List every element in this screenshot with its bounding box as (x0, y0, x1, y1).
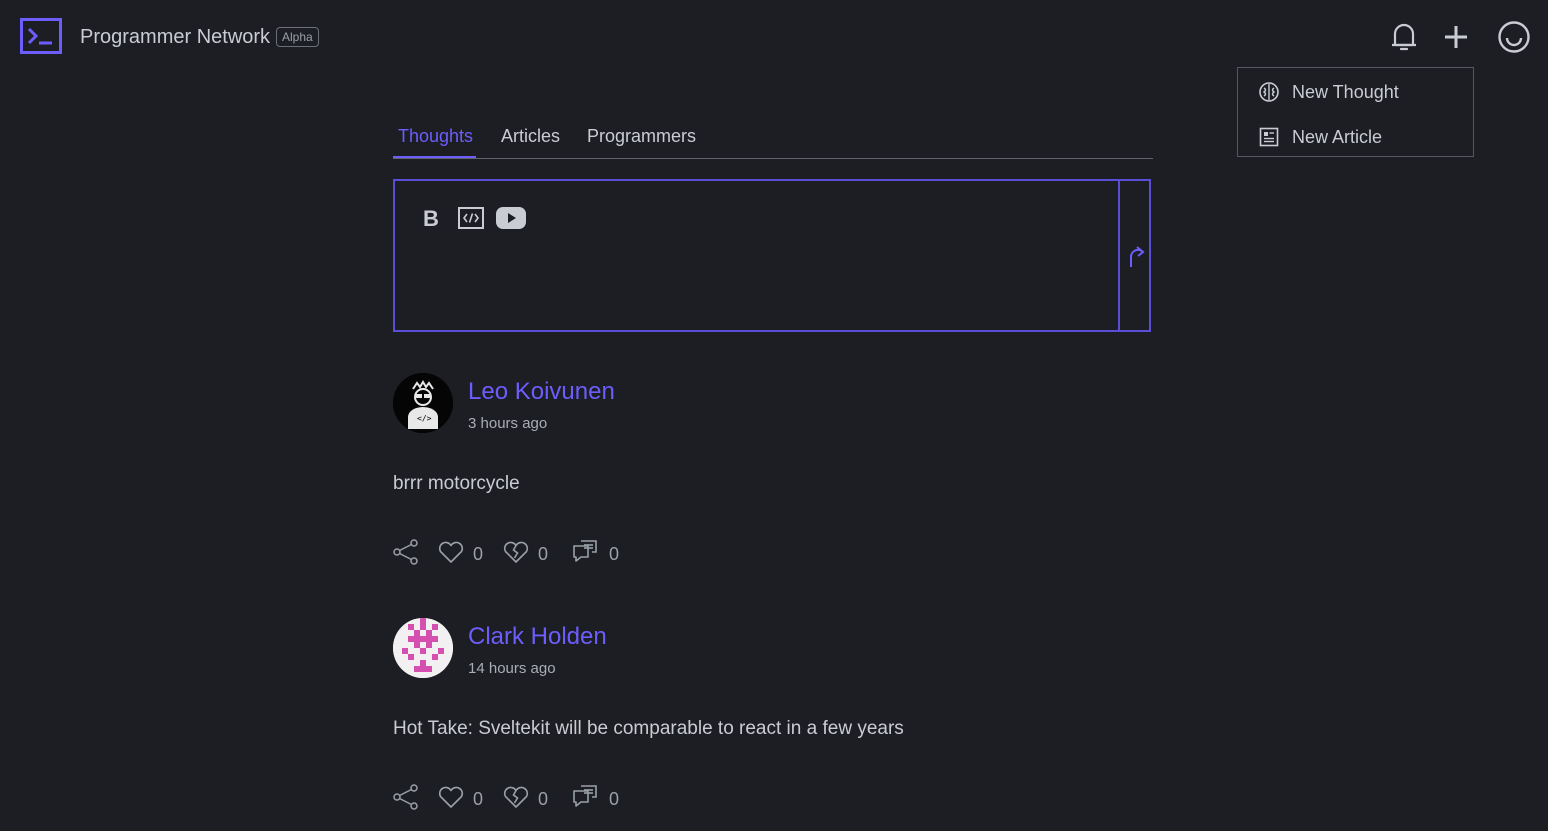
like-count: 0 (473, 789, 484, 809)
smiley-icon[interactable] (1497, 20, 1531, 54)
code-icon[interactable] (456, 203, 486, 233)
brain-icon (1258, 81, 1280, 103)
avatar[interactable] (393, 618, 453, 678)
avatar[interactable]: </> (393, 373, 453, 433)
comment-count: 0 (609, 789, 620, 809)
brand-name[interactable]: Programmer Network (80, 26, 270, 49)
comments-icon[interactable] (571, 538, 599, 566)
post-text: brrr motorcycle (393, 473, 520, 494)
feed-tabs: Thoughts Articles Programmers (393, 122, 1153, 159)
broken-heart-icon[interactable] (502, 538, 530, 566)
bold-icon[interactable]: B (417, 203, 447, 233)
terminal-logo-icon[interactable] (20, 18, 62, 54)
youtube-icon[interactable] (495, 203, 526, 233)
document-icon (1258, 126, 1280, 148)
share-icon[interactable] (392, 538, 420, 566)
svg-text:</>: </> (417, 414, 432, 423)
heart-icon[interactable] (437, 783, 465, 811)
menu-item-label: New Thought (1292, 81, 1399, 102)
thought-editor[interactable]: B (395, 181, 1118, 330)
menu-item-new-article[interactable]: New Article (1258, 122, 1382, 152)
comment-count: 0 (609, 544, 620, 564)
post-time: 14 hours ago (468, 660, 556, 677)
bell-icon[interactable] (1387, 20, 1421, 54)
heart-icon[interactable] (437, 538, 465, 566)
create-dropdown-menu: New Thought New Article (1237, 67, 1474, 157)
tab-thoughts[interactable]: Thoughts (398, 126, 473, 147)
plus-icon[interactable] (1439, 20, 1473, 54)
tab-programmers[interactable]: Programmers (587, 126, 696, 147)
menu-item-new-thought[interactable]: New Thought (1258, 77, 1399, 107)
share-icon[interactable] (392, 783, 420, 811)
post-author[interactable]: Clark Holden (468, 623, 607, 651)
submit-thought-button[interactable] (1118, 181, 1151, 330)
like-count: 0 (473, 544, 484, 564)
tab-articles[interactable]: Articles (501, 126, 560, 147)
menu-item-label: New Article (1292, 126, 1383, 147)
post-time: 3 hours ago (468, 415, 548, 432)
broken-heart-icon[interactable] (502, 783, 530, 811)
dislike-count: 0 (538, 544, 549, 564)
active-tab-indicator (393, 156, 476, 158)
comments-icon[interactable] (571, 783, 599, 811)
alpha-badge: Alpha (276, 27, 319, 47)
thought-composer: B (393, 179, 1151, 332)
dislike-count: 0 (538, 789, 549, 809)
post-text: Hot Take: Sveltekit will be comparable t… (393, 718, 904, 739)
svg-text:B: B (423, 206, 439, 231)
redo-arrow-icon (1125, 243, 1147, 269)
post-author[interactable]: Leo Koivunen (468, 378, 615, 406)
